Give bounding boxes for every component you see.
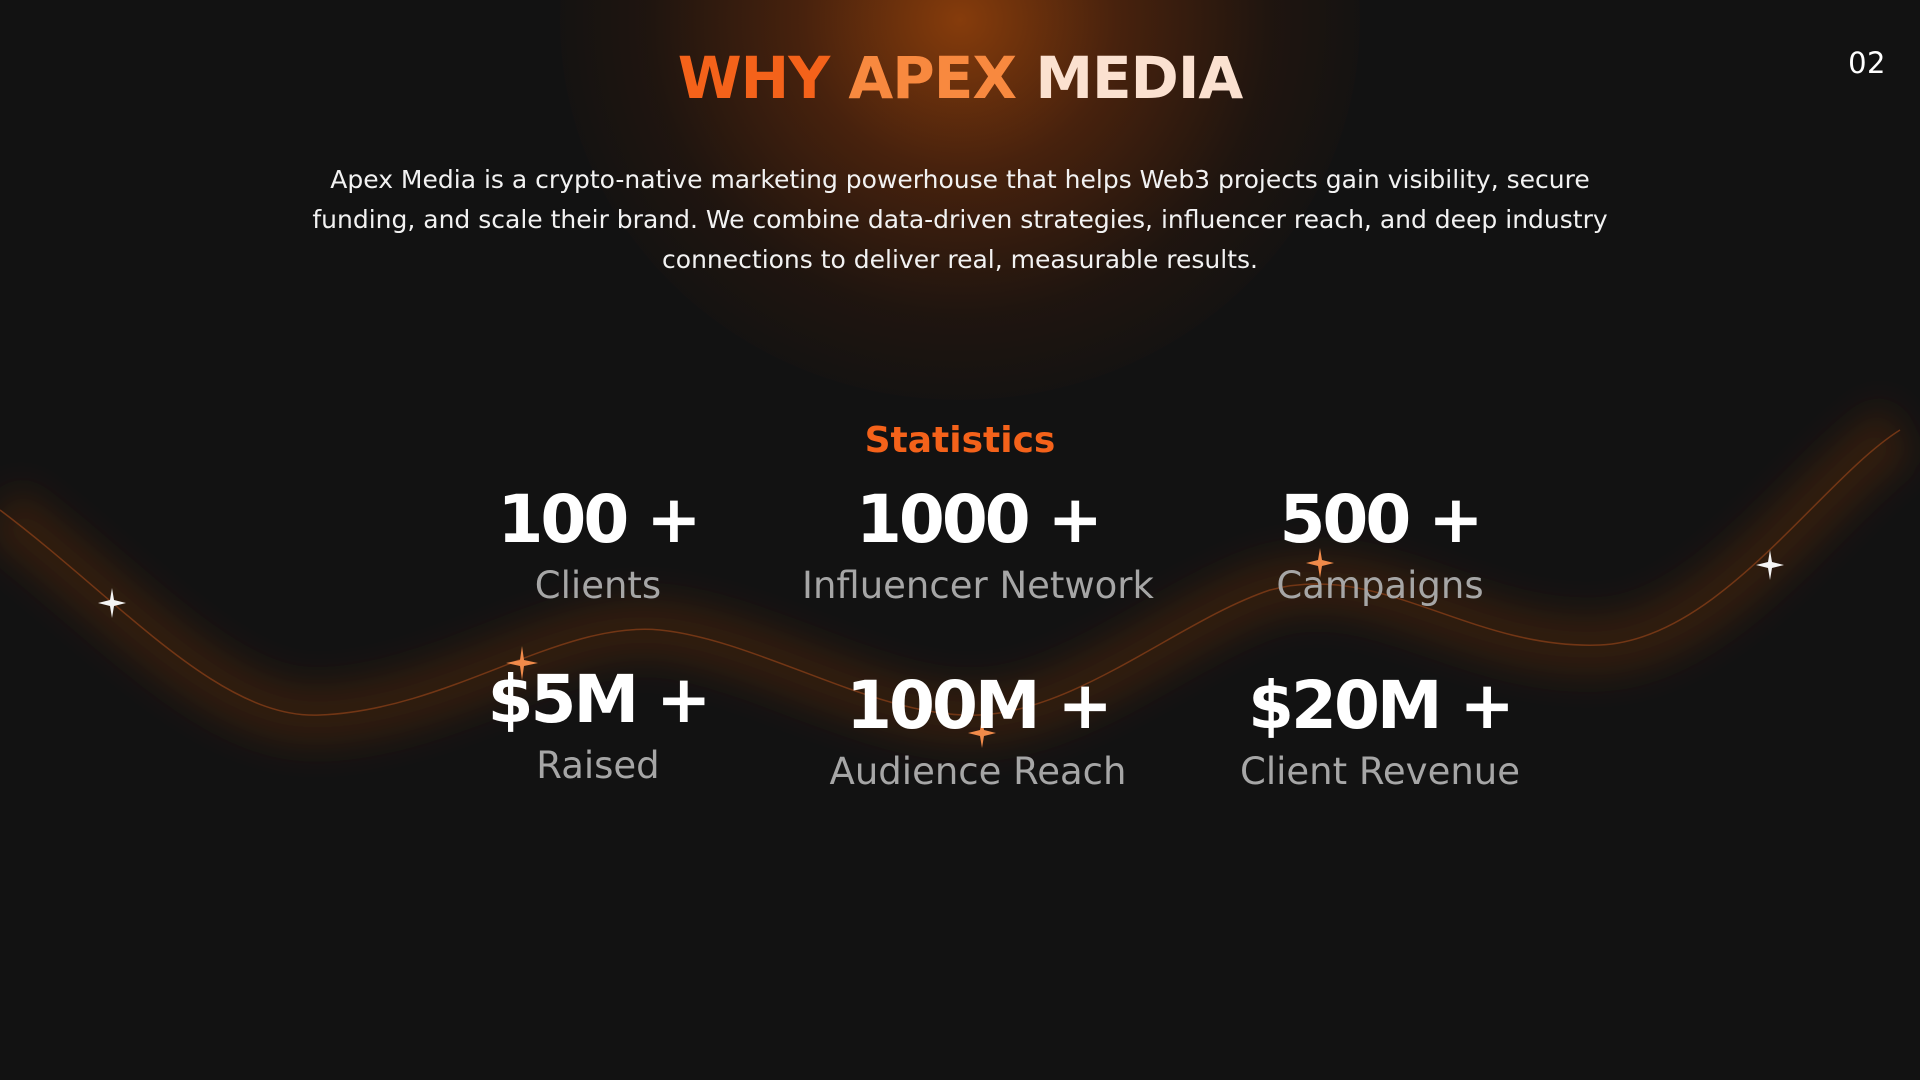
title-word-apex: APEX [848,44,1036,112]
stat-campaigns: 500 + Campaigns [1150,482,1610,610]
stat-client-revenue: $20M + Client Revenue [1150,668,1610,796]
statistics-heading: Statistics [864,420,1056,461]
stat-influencer-network: 1000 + Influencer Network [748,482,1208,610]
stat-value: 500 + [1279,481,1483,558]
title-word-why: WHY [677,44,849,112]
stat-audience-reach: 100M + Audience Reach [748,668,1208,796]
stat-label: Client Revenue [1239,750,1520,793]
page-title: WHY APEX MEDIA [0,44,1920,112]
stat-value: 1000 + [856,481,1103,558]
intro-paragraph: Apex Media is a crypto-native marketing … [312,165,1608,274]
stat-label: Influencer Network [802,564,1154,607]
title-word-media: MEDIA [1035,44,1243,112]
stat-value: $20M + [1248,667,1515,744]
stat-label: Audience Reach [829,750,1127,793]
slide: 02 WHY APEX MEDIA Apex Media is a crypto… [0,0,1920,1080]
stat-label: Campaigns [1276,564,1484,607]
stat-value: 100M + [846,667,1113,744]
